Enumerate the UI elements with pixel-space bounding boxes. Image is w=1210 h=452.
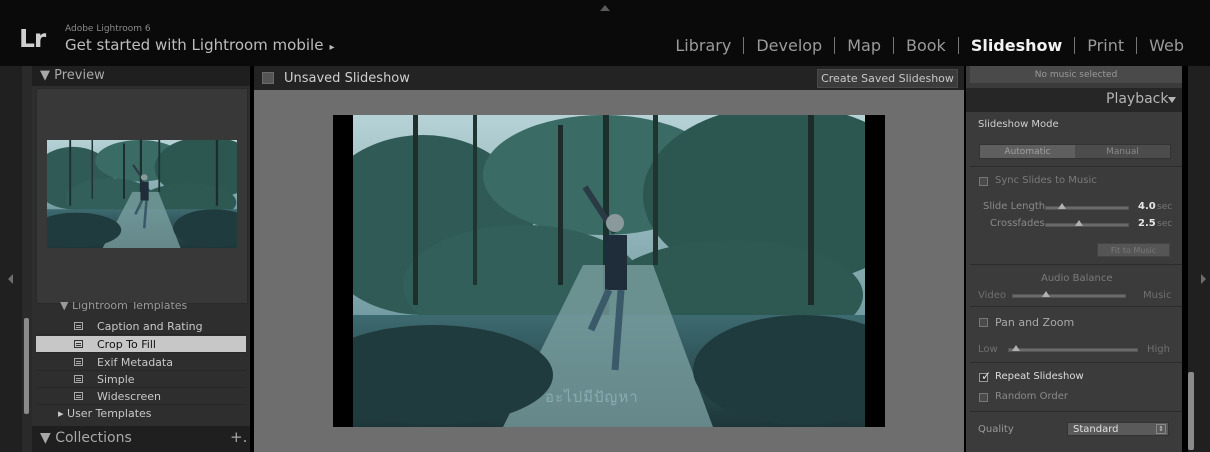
- audio-balance-label: Audio Balance: [1041, 273, 1113, 284]
- lightroom-mobile-label: Get started with Lightroom mobile: [65, 36, 324, 54]
- audio-video-label: Video: [978, 290, 1007, 301]
- pan-and-zoom-label: Pan and Zoom: [995, 316, 1075, 329]
- pan-zoom-slider-knob[interactable]: [1012, 345, 1020, 351]
- quality-select[interactable]: Standard ⇕: [1067, 422, 1169, 436]
- slide-watermark: อะไปมีปัญหา: [545, 388, 639, 406]
- template-item[interactable]: Exif Metadata: [36, 354, 246, 371]
- divider: [970, 362, 1182, 363]
- module-web[interactable]: Web: [1137, 36, 1196, 55]
- audio-balance-slider[interactable]: [1012, 294, 1126, 298]
- module-book[interactable]: Book: [894, 36, 958, 55]
- left-scrollbar-thumb[interactable]: [24, 318, 29, 414]
- slideshow-icon: [262, 72, 274, 84]
- lightroom-logo: Lr: [19, 24, 46, 53]
- repeat-slideshow-label: Repeat Slideshow: [995, 371, 1084, 382]
- module-slideshow[interactable]: Slideshow: [959, 36, 1074, 55]
- repeat-slideshow-checkbox[interactable]: ✓: [979, 369, 991, 383]
- collapse-left-panel-icon[interactable]: [8, 274, 13, 284]
- crossfades-slider-knob[interactable]: [1075, 220, 1083, 226]
- module-picker: Library Develop Map Book Slideshow Print…: [663, 36, 1196, 55]
- playback-title: Playback: [1106, 91, 1169, 107]
- music-selection[interactable]: No music selected: [970, 66, 1182, 83]
- module-develop[interactable]: Develop: [744, 36, 834, 55]
- mode-manual-button[interactable]: Manual: [1075, 145, 1170, 158]
- divider: [970, 411, 1182, 412]
- module-library[interactable]: Library: [663, 36, 743, 55]
- collapse-right-panel-icon[interactable]: [1201, 274, 1206, 284]
- right-scrollbar-thumb[interactable]: [1188, 372, 1194, 450]
- pan-zoom-low-label: Low: [978, 344, 998, 355]
- random-order-checkbox[interactable]: [979, 393, 988, 402]
- template-icon: [74, 392, 83, 400]
- quality-value: Standard: [1073, 423, 1119, 435]
- preview-thumbnail: [47, 140, 237, 248]
- crossfades-unit: sec: [1157, 219, 1173, 229]
- crossfades-value[interactable]: 2.5: [1138, 218, 1156, 229]
- template-icon: [74, 358, 83, 366]
- slide-length-label: Slide Length: [983, 201, 1046, 212]
- product-name: Adobe Lightroom 6: [65, 24, 151, 34]
- sync-slides-label: Sync Slides to Music: [995, 175, 1097, 186]
- add-collection-button[interactable]: +.: [230, 428, 247, 446]
- template-icon: [74, 322, 83, 330]
- slideshow-title: Unsaved Slideshow: [284, 71, 410, 86]
- crossfades-slider[interactable]: [1045, 223, 1129, 227]
- template-label: Crop To Fill: [97, 337, 156, 351]
- slide-length-value[interactable]: 4.0: [1138, 201, 1156, 212]
- template-label: Exif Metadata: [97, 355, 173, 369]
- lightroom-mobile-link[interactable]: Get started with Lightroom mobile ▸: [65, 36, 334, 54]
- fit-to-music-button[interactable]: Fit to Music: [1097, 243, 1170, 257]
- audio-music-label: Music: [1143, 290, 1172, 301]
- module-map[interactable]: Map: [835, 36, 893, 55]
- module-print[interactable]: Print: [1075, 36, 1136, 55]
- left-panel-edge: [0, 66, 22, 452]
- template-item-selected[interactable]: Crop To Fill: [36, 336, 246, 353]
- divider: [970, 264, 1182, 265]
- collapse-top-panel-icon[interactable]: [600, 5, 610, 11]
- slide-length-slider-knob[interactable]: [1058, 203, 1066, 209]
- create-saved-slideshow-button[interactable]: Create Saved Slideshow: [817, 69, 958, 88]
- template-icon: [74, 340, 83, 348]
- pan-and-zoom-checkbox[interactable]: [979, 318, 988, 327]
- collapse-triangle-icon[interactable]: [1168, 97, 1176, 103]
- pan-zoom-high-label: High: [1147, 344, 1170, 355]
- template-label: Widescreen: [97, 389, 162, 403]
- template-label: Caption and Rating: [97, 319, 203, 333]
- audio-balance-slider-knob[interactable]: [1042, 291, 1050, 297]
- random-order-label: Random Order: [995, 391, 1068, 402]
- user-templates-folder[interactable]: ▸ User Templates: [58, 407, 152, 420]
- mode-automatic-button[interactable]: Automatic: [980, 145, 1075, 158]
- slideshow-mode-toggle: Automatic Manual: [979, 144, 1171, 159]
- sync-slides-checkbox[interactable]: [979, 177, 988, 186]
- play-arrow-icon: ▸: [329, 42, 335, 53]
- preview-title: ▼ Preview: [40, 68, 105, 83]
- template-item[interactable]: Widescreen: [36, 388, 246, 405]
- template-label: Simple: [97, 372, 135, 386]
- template-item[interactable]: Simple: [36, 371, 246, 388]
- slide-length-unit: sec: [1157, 202, 1173, 212]
- quality-label: Quality: [978, 424, 1014, 435]
- template-icon: [74, 375, 83, 383]
- lightroom-templates-folder[interactable]: ▼ Lightroom Templates: [60, 302, 187, 314]
- template-item[interactable]: Caption and Rating: [36, 318, 246, 335]
- collections-title: ▼ Collections: [40, 430, 132, 446]
- crossfades-label: Crossfades: [990, 218, 1045, 229]
- divider: [970, 166, 1182, 167]
- slideshow-mode-label: Slideshow Mode: [978, 119, 1059, 130]
- divider: [970, 306, 1182, 307]
- checkmark-icon: ✓: [981, 369, 992, 383]
- select-arrows-icon: ⇕: [1156, 424, 1166, 434]
- pan-zoom-slider[interactable]: [1008, 348, 1138, 352]
- slide-photo[interactable]: [353, 115, 865, 427]
